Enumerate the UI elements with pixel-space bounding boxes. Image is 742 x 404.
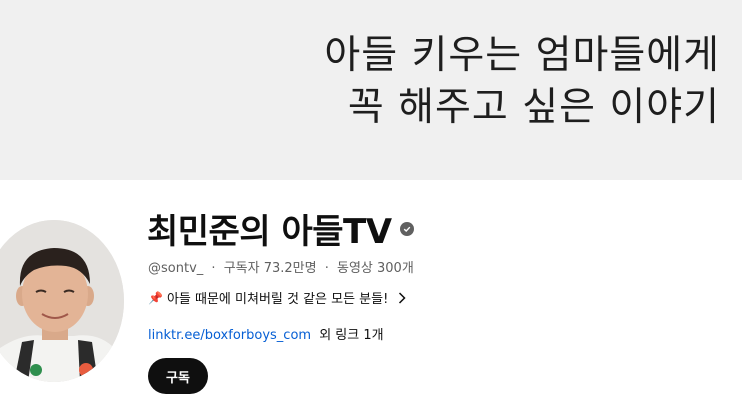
banner-text: 아들 키우는 엄마들에게 꼭 해주고 싶은 이야기 bbox=[324, 30, 720, 134]
channel-banner: 아들 키우는 엄마들에게 꼭 해주고 싶은 이야기 bbox=[0, 0, 742, 180]
verified-check-icon bbox=[399, 221, 414, 236]
subscriber-count: 구독자 73.2만명 bbox=[223, 261, 317, 276]
channel-links: linktr.ee/boxforboys_com 외 링크 1개 bbox=[148, 324, 384, 343]
description-text: 아들 때문에 미쳐버릴 것 같은 모든 분들! bbox=[166, 292, 389, 307]
video-count: 동영상 300개 bbox=[337, 261, 414, 276]
channel-description[interactable]: 📌 아들 때문에 미쳐버릴 것 같은 모든 분들! bbox=[148, 288, 406, 307]
external-link[interactable]: linktr.ee/boxforboys_com bbox=[148, 328, 311, 343]
channel-avatar[interactable] bbox=[0, 220, 124, 382]
channel-meta: @sontv_ · 구독자 73.2만명 · 동영상 300개 bbox=[148, 257, 414, 276]
avatar-portrait bbox=[0, 220, 124, 382]
pushpin-icon: 📌 bbox=[148, 290, 163, 305]
channel-title-row: 최민준의 아들TV bbox=[147, 204, 414, 253]
banner-line-1: 아들 키우는 엄마들에게 bbox=[324, 33, 720, 78]
more-links[interactable]: 외 링크 1개 bbox=[319, 328, 383, 343]
meta-separator: · bbox=[324, 261, 329, 276]
channel-handle: @sontv_ bbox=[148, 261, 204, 276]
meta-separator: · bbox=[211, 261, 216, 276]
banner-line-2: 꼭 해주고 싶은 이야기 bbox=[347, 85, 720, 130]
channel-name: 최민준의 아들TV bbox=[147, 212, 392, 252]
chevron-right-icon[interactable] bbox=[398, 291, 406, 304]
subscribe-button[interactable]: 구독 bbox=[148, 358, 208, 394]
